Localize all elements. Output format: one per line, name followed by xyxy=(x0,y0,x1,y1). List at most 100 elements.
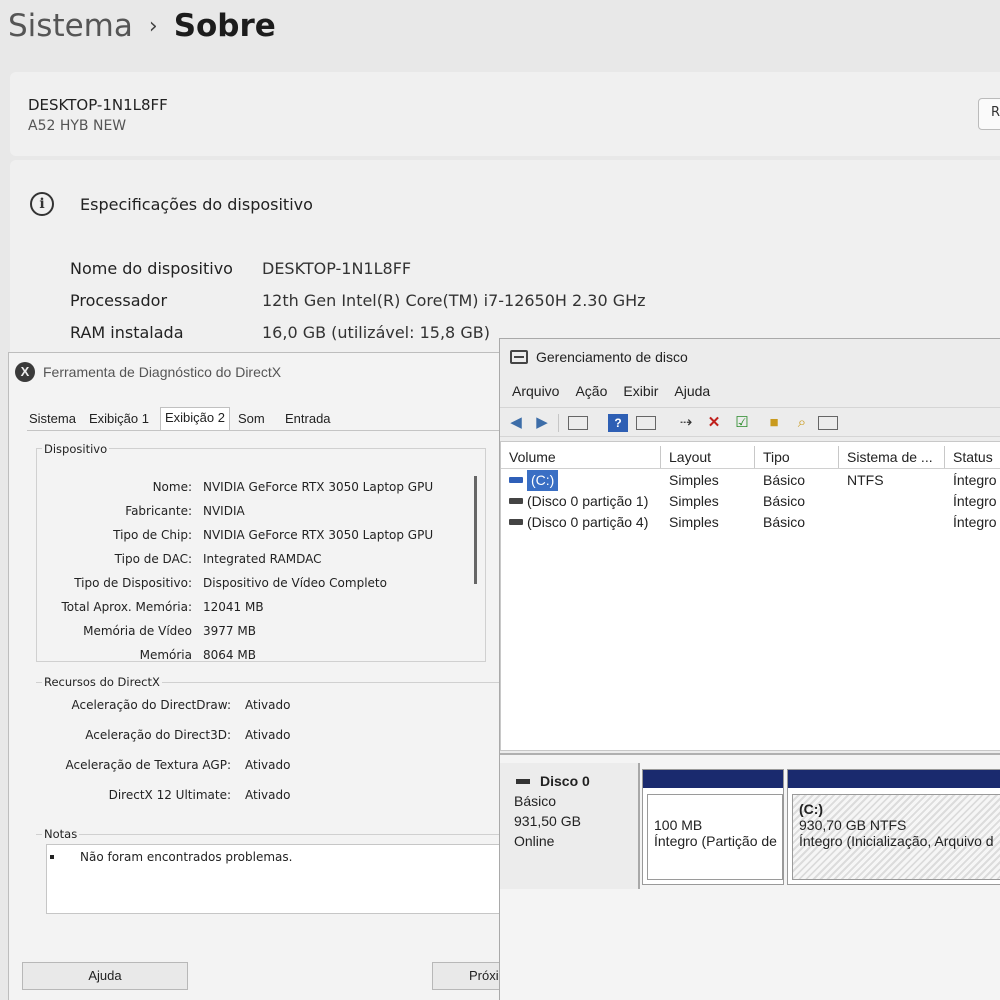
volume-fs: NTFS xyxy=(847,472,884,488)
volume-layout: Simples xyxy=(669,514,719,530)
menu-exibir[interactable]: Exibir xyxy=(623,383,658,399)
partition-c[interactable]: (C:) 930,70 GB NTFS Íntegro (Inicializaç… xyxy=(787,769,1000,885)
tab-sistema[interactable]: Sistema xyxy=(29,409,76,429)
device-key: Total Aprox. Memória: xyxy=(61,600,192,614)
device-scrollbar[interactable] xyxy=(474,476,477,584)
volume-tipo: Básico xyxy=(763,472,806,488)
device-name: DESKTOP-1N1L8FF xyxy=(28,96,168,114)
resource-value: Ativado xyxy=(245,698,291,712)
menu-arquivo[interactable]: Arquivo xyxy=(512,383,559,399)
resource-key: DirectX 12 Ultimate: xyxy=(108,788,231,802)
diskmgmt-titlebar[interactable]: Gerenciamento de disco xyxy=(500,339,1000,375)
disk-management-icon xyxy=(510,350,528,364)
tab-som[interactable]: Som xyxy=(238,409,265,429)
disk-type: Básico xyxy=(514,793,557,809)
device-value: 12041 MB xyxy=(203,600,264,614)
resources-group-label: Recursos do DirectX xyxy=(42,675,162,689)
tab-divider xyxy=(27,430,507,431)
device-group-label: Dispositivo xyxy=(42,442,110,456)
column-layout[interactable]: Layout xyxy=(661,446,755,468)
volume-icon xyxy=(509,498,523,504)
breadcrumb-separator-icon: › xyxy=(148,13,158,39)
device-value: NVIDIA xyxy=(203,504,245,518)
partition-1[interactable]: 100 MB Íntegro (Partição de xyxy=(642,769,784,885)
partition-title: (C:) xyxy=(799,801,824,817)
notes-text: Não foram encontrados problemas. xyxy=(80,850,293,864)
disk-0-label[interactable]: Disco 0 Básico 931,50 GB Online xyxy=(500,763,640,889)
device-value: NVIDIA GeForce RTX 3050 Laptop GPU xyxy=(203,528,434,542)
resource-key: Aceleração do DirectDraw: xyxy=(71,698,231,712)
volume-status: Íntegro xyxy=(953,472,997,488)
import-icon[interactable]: ■ xyxy=(764,414,784,432)
device-key: Memória xyxy=(139,648,192,662)
search-icon[interactable]: ⌕ xyxy=(792,414,812,432)
volume-list[interactable]: Volume Layout Tipo Sistema de ... Status… xyxy=(500,441,1000,751)
connect-icon[interactable]: ⇢ xyxy=(676,414,696,432)
volume-tipo: Básico xyxy=(763,493,806,509)
table-row[interactable]: (Disco 0 partição 4) Simples Básico Ínte… xyxy=(501,512,1000,533)
delete-icon[interactable]: ✕ xyxy=(704,414,724,432)
volume-status: Íntegro xyxy=(953,514,997,530)
volume-status: Íntegro xyxy=(953,493,997,509)
disk-state: Online xyxy=(514,833,555,849)
help-icon[interactable]: ? xyxy=(608,414,628,432)
column-tipo[interactable]: Tipo xyxy=(755,446,839,468)
device-key: Tipo de Dispositivo: xyxy=(74,576,192,590)
device-value: 3977 MB xyxy=(203,624,256,638)
notes-group-label: Notas xyxy=(42,827,80,841)
help-button[interactable]: Ajuda xyxy=(22,962,188,990)
volume-name: (Disco 0 partição 4) xyxy=(527,514,649,530)
panel-icon[interactable] xyxy=(568,416,588,430)
partition-body: 100 MB Íntegro (Partição de xyxy=(647,794,783,880)
properties-icon[interactable] xyxy=(636,416,656,430)
partition-size: 100 MB xyxy=(654,817,703,833)
back-arrow-icon[interactable]: ◀ xyxy=(506,414,526,432)
resource-value: Ativado xyxy=(245,728,291,742)
spec-label: RAM instalada xyxy=(70,323,184,342)
partition-body: (C:) 930,70 GB NTFS Íntegro (Inicializaç… xyxy=(792,794,1000,880)
dxdiag-title: Ferramenta de Diagnóstico do DirectX xyxy=(43,364,282,380)
spec-value: 16,0 GB (utilizável: 15,8 GB) xyxy=(262,323,490,342)
resource-key: Aceleração do Direct3D: xyxy=(85,728,231,742)
forward-arrow-icon[interactable]: ▶ xyxy=(532,414,552,432)
breadcrumb: Sistema › Sobre xyxy=(8,8,276,44)
device-key: Nome: xyxy=(152,480,192,494)
breadcrumb-sistema[interactable]: Sistema xyxy=(8,8,133,44)
device-value: NVIDIA GeForce RTX 3050 Laptop GPU xyxy=(203,480,434,494)
device-key: Memória de Vídeo xyxy=(83,624,192,638)
column-sistema[interactable]: Sistema de ... xyxy=(839,446,945,468)
spec-value: 12th Gen Intel(R) Core(TM) i7-12650H 2.3… xyxy=(262,291,646,310)
column-volume[interactable]: Volume xyxy=(501,446,661,468)
table-row[interactable]: (Disco 0 partição 1) Simples Básico Ínte… xyxy=(501,491,1000,512)
resource-key: Aceleração de Textura AGP: xyxy=(65,758,231,772)
tab-exibicao-1[interactable]: Exibição 1 xyxy=(89,409,149,429)
list-icon[interactable] xyxy=(818,416,838,430)
dxdiag-titlebar[interactable]: X Ferramenta de Diagnóstico do DirectX xyxy=(9,353,507,391)
specs-title: Especificações do dispositivo xyxy=(80,194,313,214)
header-divider xyxy=(501,468,1000,469)
column-status[interactable]: Status xyxy=(945,446,1000,468)
partition-status: Íntegro (Inicialização, Arquivo d xyxy=(799,833,994,849)
page-title: Sobre xyxy=(173,8,276,44)
spec-value: DESKTOP-1N1L8FF xyxy=(262,259,412,278)
volume-tipo: Básico xyxy=(763,514,806,530)
toolbar-separator xyxy=(558,414,559,432)
toolbar: ◀ ▶ ? ⇢ ✕ ☑ ■ ⌕ xyxy=(500,407,1000,437)
bullet-icon xyxy=(50,855,54,859)
volume-name: (C:) xyxy=(527,470,559,491)
menu-ajuda[interactable]: Ajuda xyxy=(674,383,710,399)
check-icon[interactable]: ☑ xyxy=(732,414,752,432)
menu-acao[interactable]: Ação xyxy=(575,383,607,399)
tab-entrada[interactable]: Entrada xyxy=(285,409,331,429)
table-row[interactable]: (C:) Simples Básico NTFS Íntegro xyxy=(501,470,1000,491)
partition-title xyxy=(654,801,776,817)
device-value: Integrated RAMDAC xyxy=(203,552,322,566)
device-value: 8064 MB xyxy=(203,648,256,662)
partition-status: Íntegro (Partição de xyxy=(654,833,777,849)
rename-button[interactable]: R xyxy=(978,98,1000,130)
tab-exibicao-2[interactable]: Exibição 2 xyxy=(160,407,230,431)
device-value: Dispositivo de Vídeo Completo xyxy=(203,576,387,590)
disk-size: 931,50 GB xyxy=(514,813,581,829)
disk-management-window: Gerenciamento de disco Arquivo Ação Exib… xyxy=(499,338,1000,1000)
info-icon: i xyxy=(30,192,54,216)
